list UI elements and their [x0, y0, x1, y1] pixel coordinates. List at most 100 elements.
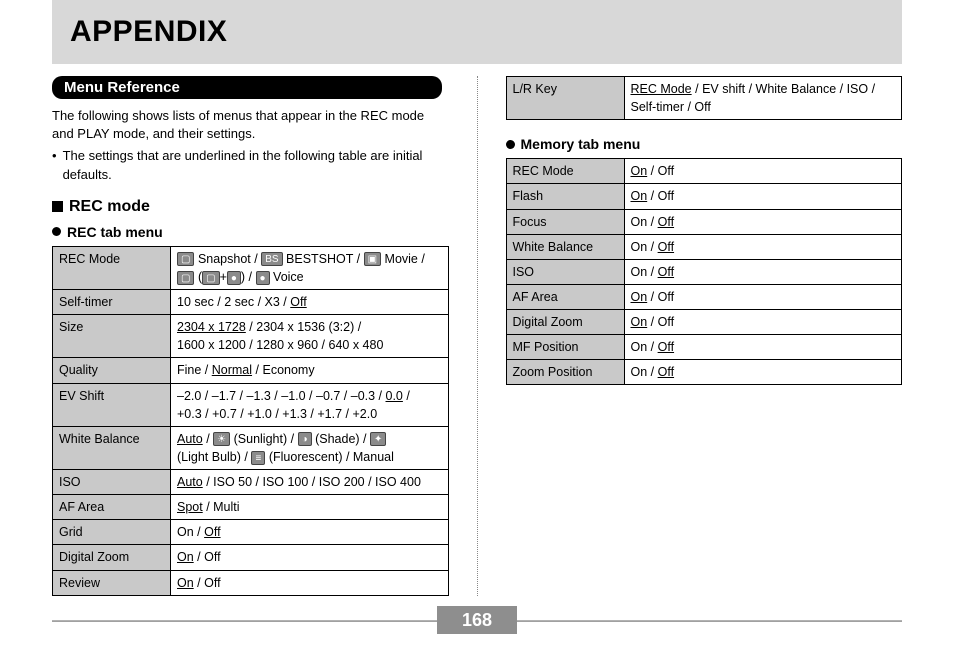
- txt: 1600 x 1200 / 1280 x 960 / 640 x 480: [177, 338, 383, 352]
- table-row: AF Area Spot / Multi: [53, 495, 449, 520]
- txt: BESTSHOT /: [286, 252, 360, 266]
- cell-key: Zoom Position: [506, 360, 624, 385]
- movie-icon: ▣: [364, 252, 381, 266]
- cell-val: 2304 x 1728 / 2304 x 1536 (3:2) /1600 x …: [171, 315, 449, 358]
- table-row: Digital ZoomOn / Off: [506, 310, 902, 335]
- table-row: ISO Auto / ISO 50 / ISO 100 / ISO 200 / …: [53, 470, 449, 495]
- rec-mode-heading: REC mode: [52, 198, 449, 216]
- fluorescent-icon: ≡: [251, 451, 265, 465]
- txt: On /: [631, 265, 655, 279]
- cell-key: Quality: [53, 358, 171, 383]
- txt: / Off: [651, 189, 674, 203]
- cell-val: On / Off: [624, 209, 902, 234]
- default-value: On: [631, 164, 648, 178]
- txt: On /: [631, 215, 655, 229]
- rec-tab-table: REC Mode ▢ Snapshot / BS BESTSHOT / ▣ Mo…: [52, 246, 449, 596]
- cell-key: ISO: [53, 470, 171, 495]
- default-value: On: [631, 315, 648, 329]
- txt: On /: [631, 340, 655, 354]
- default-value: REC Mode: [631, 82, 692, 96]
- cell-val: Auto / ☀ (Sunlight) / ◑ (Shade) / ✦ (Lig…: [171, 426, 449, 469]
- table-row: AF AreaOn / Off: [506, 284, 902, 309]
- txt: / ISO 50 / ISO 100 / ISO 200 / ISO 400: [206, 475, 421, 489]
- circle-icon: [52, 227, 61, 236]
- intro-text: The following shows lists of menus that …: [52, 107, 449, 143]
- cell-val: Fine / Normal / Economy: [171, 358, 449, 383]
- cell-val: On / Off: [171, 520, 449, 545]
- left-column: Menu Reference The following shows lists…: [52, 76, 477, 596]
- cell-key: REC Mode: [506, 159, 624, 184]
- cell-val: On / Off: [624, 234, 902, 259]
- table-row: White BalanceOn / Off: [506, 234, 902, 259]
- rec-tab-heading: REC tab menu: [52, 224, 449, 240]
- txt: (Light Bulb) /: [177, 450, 248, 464]
- table-row: Grid On / Off: [53, 520, 449, 545]
- square-icon: [52, 201, 63, 212]
- txt: +: [220, 270, 227, 284]
- txt: +0.3 / +0.7 / +1.0 / +1.3 / +1.7 / +2.0: [177, 407, 377, 421]
- cell-key: Focus: [506, 209, 624, 234]
- cell-val: On / Off: [624, 310, 902, 335]
- txt: / Off: [651, 315, 674, 329]
- table-row: Quality Fine / Normal / Economy: [53, 358, 449, 383]
- default-value: Off: [658, 240, 674, 254]
- cell-key: White Balance: [506, 234, 624, 259]
- table-row: Digital Zoom On / Off: [53, 545, 449, 570]
- cell-val: On / Off: [624, 184, 902, 209]
- page-title: APPENDIX: [70, 15, 227, 49]
- coupling-icon: ▢: [202, 271, 219, 285]
- table-row: L/R Key REC Mode / EV shift / White Bala…: [506, 77, 902, 120]
- cell-val: –2.0 / –1.7 / –1.3 / –1.0 / –0.7 / –0.3 …: [171, 383, 449, 426]
- default-value: On: [631, 189, 648, 203]
- default-value: 0.0: [386, 389, 403, 403]
- cell-key: Review: [53, 570, 171, 595]
- voice-icon: ●: [256, 271, 270, 285]
- default-value: On: [177, 550, 194, 564]
- table-row: REC Mode ▢ Snapshot / BS BESTSHOT / ▣ Mo…: [53, 246, 449, 289]
- cell-val: On / Off: [624, 259, 902, 284]
- cell-key: MF Position: [506, 335, 624, 360]
- cell-val: On / Off: [624, 360, 902, 385]
- cell-key: Flash: [506, 184, 624, 209]
- section-pill: Menu Reference: [52, 76, 442, 99]
- right-column: L/R Key REC Mode / EV shift / White Bala…: [477, 76, 903, 596]
- cell-val: ▢ Snapshot / BS BESTSHOT / ▣ Movie / ▢ (…: [171, 246, 449, 289]
- txt: On /: [177, 525, 201, 539]
- cell-val: REC Mode / EV shift / White Balance / IS…: [624, 77, 902, 120]
- shade-icon: ◑: [298, 432, 312, 446]
- default-value: On: [631, 290, 648, 304]
- memory-tab-heading: Memory tab menu: [506, 136, 903, 152]
- txt: /: [206, 432, 209, 446]
- cell-key: ISO: [506, 259, 624, 284]
- table-row: White Balance Auto / ☀ (Sunlight) / ◑ (S…: [53, 426, 449, 469]
- txt: / Off: [651, 164, 674, 178]
- txt: / EV shift / White Balance / ISO /: [695, 82, 875, 96]
- txt: Snapshot /: [198, 252, 258, 266]
- default-value: Auto: [177, 475, 203, 489]
- txt: / Off: [197, 550, 220, 564]
- memory-tab-table: REC ModeOn / Off FlashOn / Off FocusOn /…: [506, 158, 903, 385]
- cell-val: On / Off: [171, 545, 449, 570]
- bullet-icon: •: [52, 147, 57, 183]
- lr-key-table: L/R Key REC Mode / EV shift / White Bala…: [506, 76, 903, 120]
- rec-tab-heading-text: REC tab menu: [67, 224, 163, 240]
- bestshot-icon: BS: [261, 252, 282, 266]
- default-value: Off: [290, 295, 306, 309]
- txt: On /: [631, 240, 655, 254]
- table-row: ISOOn / Off: [506, 259, 902, 284]
- txt: / Off: [197, 576, 220, 590]
- default-value: Off: [658, 340, 674, 354]
- txt: / Multi: [206, 500, 239, 514]
- coupling-icon: ▢: [177, 271, 194, 285]
- table-row: Zoom PositionOn / Off: [506, 360, 902, 385]
- cell-val: On / Off: [624, 159, 902, 184]
- cell-key: EV Shift: [53, 383, 171, 426]
- table-row: FlashOn / Off: [506, 184, 902, 209]
- cell-key: Digital Zoom: [506, 310, 624, 335]
- sunlight-icon: ☀: [213, 432, 230, 446]
- txt: 10 sec / 2 sec / X3 /: [177, 295, 287, 309]
- content-columns: Menu Reference The following shows lists…: [52, 76, 902, 596]
- table-row: FocusOn / Off: [506, 209, 902, 234]
- table-row: EV Shift –2.0 / –1.7 / –1.3 / –1.0 / –0.…: [53, 383, 449, 426]
- txt: (Shade) /: [315, 432, 366, 446]
